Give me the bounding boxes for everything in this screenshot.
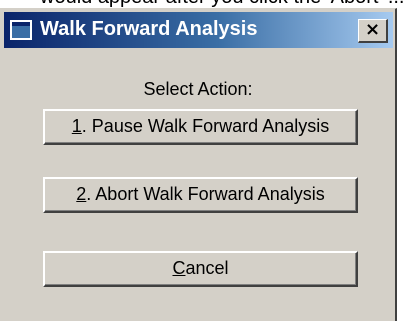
window-title: Walk Forward Analysis (40, 18, 258, 40)
close-button[interactable]: × (358, 19, 388, 43)
background-caption: would appear after you click the 'Abort'… (40, 0, 403, 8)
close-icon: × (364, 19, 381, 40)
app-icon-pane (12, 26, 30, 38)
cancel-button[interactable]: Cancel (43, 251, 358, 287)
title-bar[interactable]: Walk Forward Analysis × (4, 12, 393, 48)
walk-forward-dialog: Walk Forward Analysis × Select Action: 1… (0, 8, 397, 321)
abort-walk-forward-button[interactable]: 2. Abort Walk Forward Analysis (43, 177, 358, 213)
abort-mnemonic: 2 (76, 184, 87, 204)
select-action-label: Select Action: (143, 79, 253, 99)
pause-button-label: . Pause Walk Forward Analysis (81, 116, 330, 136)
window-app-icon (10, 20, 32, 40)
pause-walk-forward-button[interactable]: 1. Pause Walk Forward Analysis (43, 109, 358, 145)
abort-button-label: . Abort Walk Forward Analysis (86, 184, 325, 204)
background-caption-strip: would appear after you click the 'Abort'… (0, 0, 403, 8)
cancel-mnemonic: C (172, 258, 186, 278)
pause-mnemonic: 1 (71, 116, 82, 136)
cancel-button-label: ancel (185, 258, 229, 278)
